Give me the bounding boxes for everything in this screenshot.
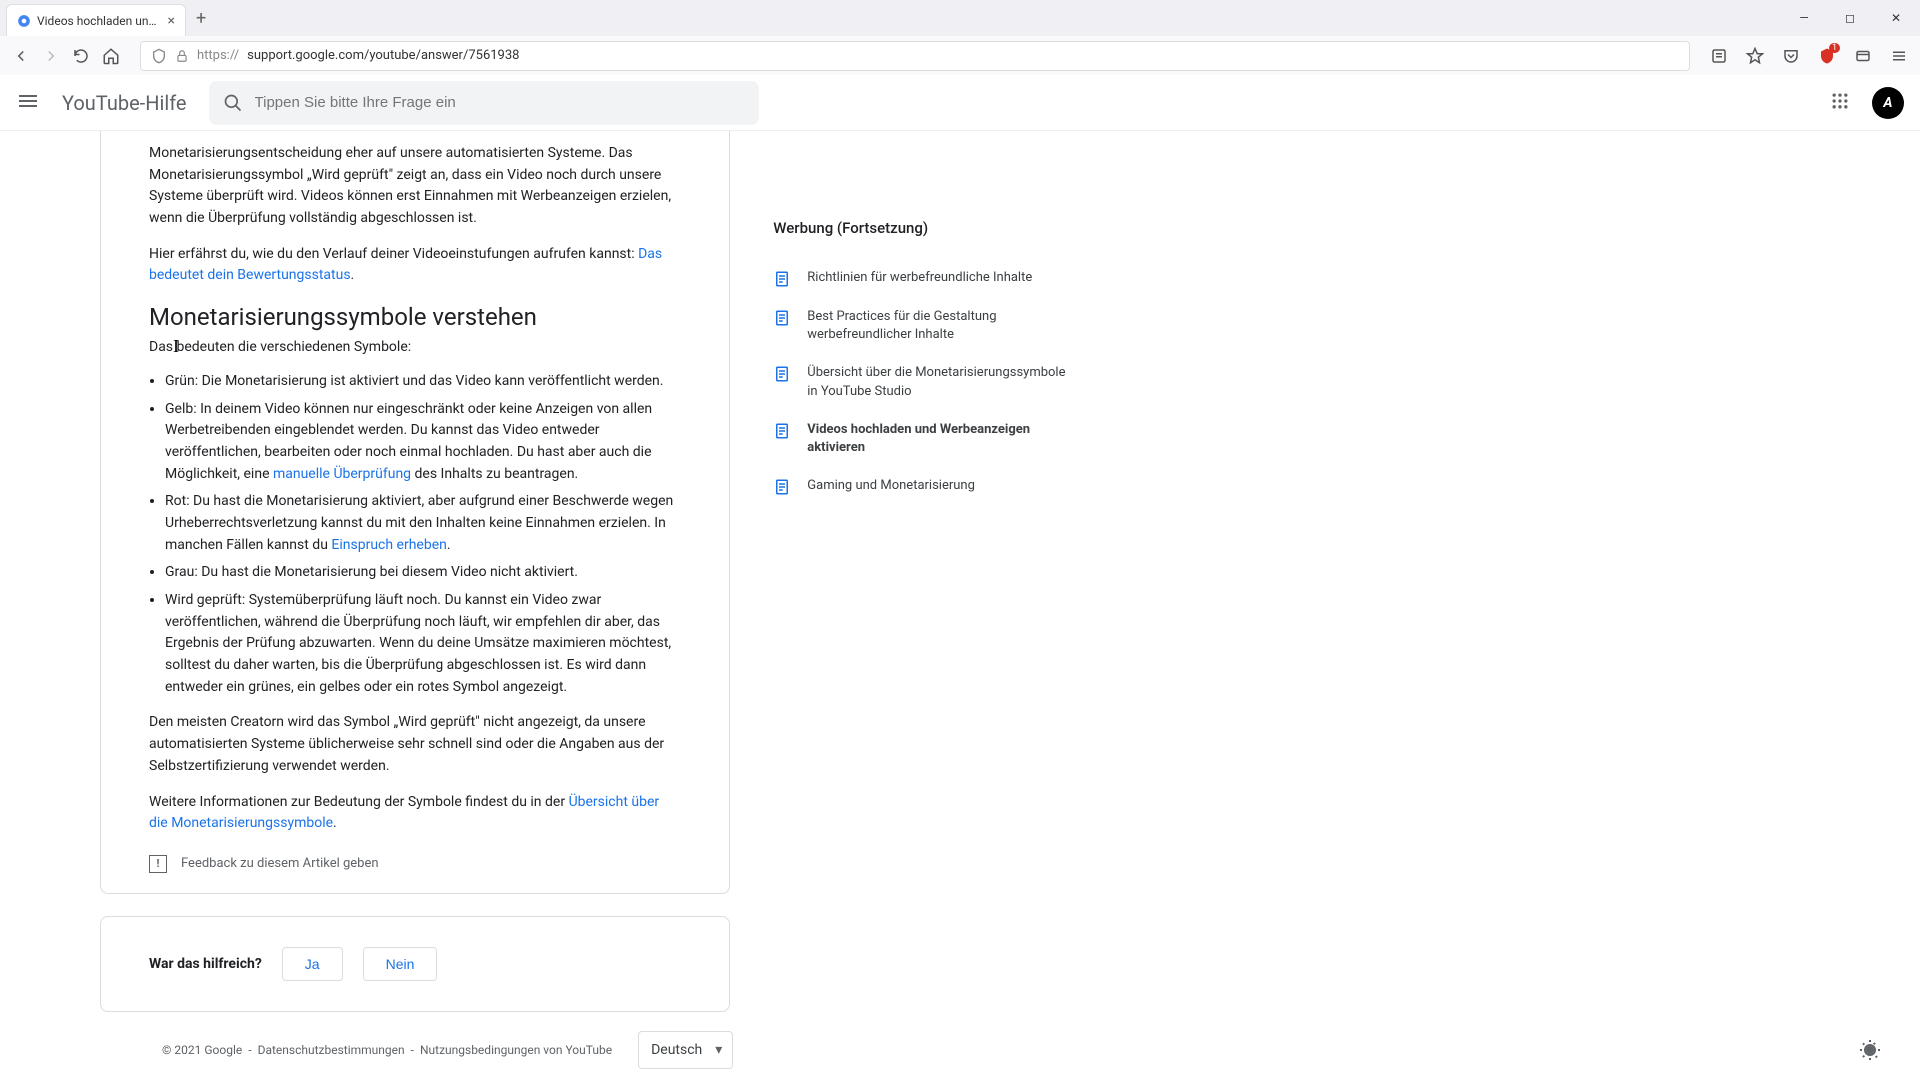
search-box[interactable] [209,81,759,125]
feedback-icon: ! [149,855,167,873]
section-subtitle: Das bedeuten die verschiedenen Symbole: [149,337,681,359]
footer-copyright: © 2021 Google [162,1043,242,1057]
back-button[interactable] [12,47,30,65]
avatar[interactable]: A [1872,87,1904,119]
sidebar-item[interactable]: Best Practices für die Gestaltung werbef… [773,298,1073,354]
main-column: Monetarisierungsentscheidung eher auf un… [100,131,733,1080]
paragraph: Weitere Informationen zur Bedeutung der … [149,792,681,835]
article-card: Monetarisierungsentscheidung eher auf un… [100,131,730,894]
document-icon [773,422,791,440]
sidebar: Werbung (Fortsetzung) Richtlinien für we… [773,131,1073,1080]
sidebar-item[interactable]: Richtlinien für werbefreundliche Inhalte [773,259,1073,298]
helpful-question: War das hilfreich? [149,956,262,972]
link-einspruch[interactable]: Einspruch erheben [331,537,446,553]
separator: - [248,1043,251,1057]
menu-hamburger-icon[interactable] [1890,47,1908,65]
tab-title: Videos hochladen und Werbean [37,14,162,28]
text: des Inhalts zu beantragen. [411,466,578,482]
helpful-yes-button[interactable]: Ja [282,947,343,981]
paragraph: Hier erfährst du, wie du den Verlauf dei… [149,244,681,287]
app-header: YouTube-Hilfe A [0,75,1920,131]
tab-bar: Videos hochladen und Werbean × + — ◻ ✕ [0,0,1920,36]
page-body: Monetarisierungsentscheidung eher auf un… [0,131,1920,1080]
url-protocol: https:// [197,48,239,63]
account-icon[interactable] [1854,47,1872,65]
minimize-button[interactable]: — [1782,3,1826,33]
apps-grid-icon[interactable] [1830,91,1850,115]
sidebar-item[interactable]: Videos hochladen und Werbeanzeigen aktiv… [773,411,1073,467]
sidebar-item[interactable]: Gaming und Monetarisierung [773,467,1073,506]
shield-icon [151,48,167,64]
section-heading: Monetarisierungssymbole verstehen [149,303,681,331]
feedback-link[interactable]: ! Feedback zu diesem Artikel geben [149,855,681,873]
language-label: Deutsch [651,1042,702,1058]
url-text: support.google.com/youtube/answer/756193… [247,48,519,63]
list-item: Rot: Du hast die Monetarisierung aktivie… [165,491,681,556]
link-manuelle-pruefung[interactable]: manuelle Überprüfung [273,466,411,482]
list-item: Wird geprüft: Systemüberprüfung läuft no… [165,590,681,698]
sidebar-item[interactable]: Übersicht über die Monetarisierungssymbo… [773,354,1073,410]
list-item: Grau: Du hast die Monetarisierung bei di… [165,562,681,584]
sidebar-title: Werbung (Fortsetzung) [773,219,1073,237]
pocket-icon[interactable] [1782,47,1800,65]
bookmark-star-icon[interactable] [1746,47,1764,65]
search-input[interactable] [255,94,745,111]
tab-close-icon[interactable]: × [168,13,175,29]
dark-mode-toggle[interactable] [1858,1038,1882,1062]
sidebar-item-label: Gaming und Monetarisierung [807,477,975,495]
lock-icon [175,49,189,63]
text: Hier erfährst du, wie du den Verlauf dei… [149,246,638,262]
document-icon [773,270,791,288]
new-tab-button[interactable]: + [196,8,206,29]
reload-button[interactable] [72,47,90,65]
browser-tab[interactable]: Videos hochladen und Werbean × [6,4,186,36]
product-title[interactable]: YouTube-Hilfe [62,91,187,115]
favicon-google-icon [17,14,31,28]
helpful-card: War das hilfreich? Ja Nein [100,916,730,1012]
feedback-label: Feedback zu diesem Artikel geben [181,856,379,871]
helpful-no-button[interactable]: Nein [363,947,438,981]
extension-shield-icon[interactable]: 1 [1818,47,1836,65]
address-bar[interactable]: https:// support.google.com/youtube/answe… [140,41,1690,71]
list-item: Gelb: In deinem Video können nur eingesc… [165,399,681,486]
sidebar-item-label: Übersicht über die Monetarisierungssymbo… [807,364,1073,400]
browser-chrome: Videos hochladen und Werbean × + — ◻ ✕ h… [0,0,1920,75]
document-icon [773,478,791,496]
sidebar-item-label: Best Practices für die Gestaltung werbef… [807,308,1073,344]
footer-terms-link[interactable]: Nutzungsbedingungen von YouTube [420,1043,612,1057]
footer-privacy-link[interactable]: Datenschutzbestimmungen [258,1043,405,1057]
sidebar-item-label: Videos hochladen und Werbeanzeigen aktiv… [807,421,1073,457]
home-button[interactable] [102,47,120,65]
browser-toolbar: https:// support.google.com/youtube/answe… [0,36,1920,75]
search-icon [223,93,243,113]
reader-icon[interactable] [1710,47,1728,65]
paragraph: Den meisten Creatorn wird das Symbol „Wi… [149,712,681,777]
window-controls: — ◻ ✕ [1782,3,1920,33]
header-right: A [1830,87,1904,119]
close-window-button[interactable]: ✕ [1874,3,1918,33]
content-column: Monetarisierungsentscheidung eher auf un… [0,131,1920,1080]
document-icon [773,365,791,383]
symbol-list: Grün: Die Monetarisierung ist aktiviert … [149,371,681,699]
text: Weitere Informationen zur Bedeutung der … [149,794,569,810]
sidebar-item-label: Richtlinien für werbefreundliche Inhalte [807,269,1032,287]
forward-button [42,47,60,65]
maximize-button[interactable]: ◻ [1828,3,1872,33]
separator: - [411,1043,414,1057]
page-footer: © 2021 Google - Datenschutzbestimmungen … [100,1016,733,1080]
list-item: Grün: Die Monetarisierung ist aktiviert … [165,371,681,393]
language-selector[interactable]: Deutsch [638,1031,733,1069]
paragraph: Monetarisierungsentscheidung eher auf un… [149,143,681,230]
main-menu-button[interactable] [16,89,40,117]
document-icon [773,309,791,327]
toolbar-right: 1 [1710,47,1908,65]
